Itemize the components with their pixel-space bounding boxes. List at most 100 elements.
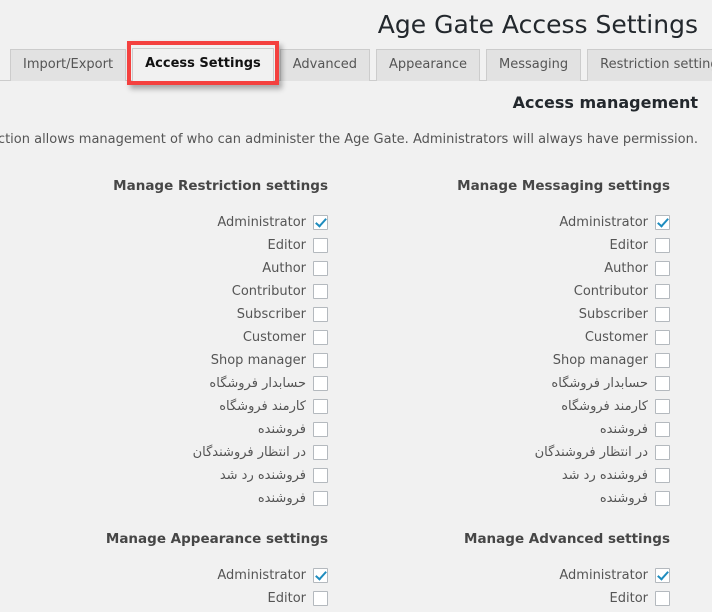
- permission-row: Administrator: [14, 564, 346, 587]
- permission-row: فروشنده: [356, 487, 688, 510]
- role-checkbox[interactable]: [313, 261, 328, 276]
- role-label: Administrator: [559, 215, 648, 230]
- role-label: Customer: [242, 330, 306, 345]
- permissions-grid: Manage Restriction settings Administrator…: [14, 177, 698, 610]
- permission-row: Customer: [356, 326, 688, 349]
- role-checkbox[interactable]: [655, 422, 670, 437]
- page-title: Age Gate Access Settings: [377, 10, 698, 39]
- role-label: حسابدار فروشگاه: [209, 376, 306, 391]
- role-checkbox[interactable]: [655, 238, 670, 253]
- role-label: Author: [604, 261, 648, 276]
- role-checkbox[interactable]: [313, 330, 328, 345]
- role-label: Customer: [584, 330, 648, 345]
- role-checkbox[interactable]: [655, 330, 670, 345]
- role-label: حسابدار فروشگاه: [551, 376, 648, 391]
- permission-block: Manage Messaging settings Administrator Ed…: [356, 177, 698, 510]
- role-checkbox-checked[interactable]: [655, 215, 670, 230]
- role-label: Editor: [609, 238, 648, 253]
- role-label: در انتظار فروشندگان: [192, 445, 306, 460]
- permission-row: در انتظار فروشندگان: [356, 441, 688, 464]
- role-label: کارمند فروشگاه: [219, 399, 306, 414]
- role-checkbox[interactable]: [655, 261, 670, 276]
- permission-row: حسابدار فروشگاه: [14, 372, 346, 395]
- permission-row: فروشنده رد شد: [356, 464, 688, 487]
- section-heading: Access management: [512, 93, 698, 112]
- tab-label: Messaging: [499, 57, 569, 72]
- role-label: فروشنده: [257, 491, 306, 506]
- role-label: فروشنده: [599, 491, 648, 506]
- tab-label: Advanced: [292, 57, 357, 72]
- role-checkbox[interactable]: [313, 307, 328, 322]
- permission-row: Subscriber: [356, 303, 688, 326]
- permission-row: Editor: [14, 587, 346, 610]
- permission-row: Administrator: [14, 211, 346, 234]
- role-checkbox[interactable]: [313, 422, 328, 437]
- permission-row: Editor: [356, 587, 688, 610]
- tab-restriction-settings[interactable]: Restriction settings: [587, 49, 712, 81]
- role-checkbox[interactable]: [655, 591, 670, 606]
- role-checkbox[interactable]: [655, 307, 670, 322]
- role-label: در انتظار فروشندگان: [534, 445, 648, 460]
- role-checkbox[interactable]: [655, 491, 670, 506]
- role-checkbox[interactable]: [655, 468, 670, 483]
- role-label: Contributor: [573, 284, 648, 299]
- role-checkbox[interactable]: [655, 353, 670, 368]
- role-label: Editor: [267, 238, 306, 253]
- role-checkbox[interactable]: [313, 353, 328, 368]
- tab-messaging[interactable]: Messaging: [486, 49, 582, 81]
- role-checkbox[interactable]: [655, 399, 670, 414]
- tab-appearance[interactable]: Appearance: [375, 49, 481, 81]
- role-label: Administrator: [559, 568, 648, 583]
- role-checkbox[interactable]: [313, 591, 328, 606]
- role-checkbox[interactable]: [655, 284, 670, 299]
- role-checkbox[interactable]: [313, 445, 328, 460]
- permission-row: Contributor: [356, 280, 688, 303]
- role-checkbox[interactable]: [313, 399, 328, 414]
- role-checkbox[interactable]: [655, 376, 670, 391]
- role-checkbox[interactable]: [313, 238, 328, 253]
- tab-label: Access Settings: [145, 56, 261, 71]
- permission-row: Administrator: [356, 564, 688, 587]
- role-label: فروشنده: [599, 422, 648, 437]
- role-label: Shop manager: [552, 353, 648, 368]
- tab-label: Import/Export: [23, 57, 114, 72]
- permission-block-title: Manage Restriction settings: [113, 178, 328, 194]
- role-checkbox[interactable]: [313, 284, 328, 299]
- tab-strip: Import/Export Access Settings Advanced Appe…: [0, 41, 712, 85]
- section-description: .This section allows management of who c…: [0, 132, 698, 147]
- permission-row: فروشنده: [14, 487, 346, 510]
- permission-row: Editor: [356, 234, 688, 257]
- permission-block-title: Manage Appearance settings: [105, 531, 328, 547]
- permission-row: Administrator: [356, 211, 688, 234]
- permission-row: در انتظار فروشندگان: [14, 441, 346, 464]
- role-label: Editor: [267, 591, 306, 606]
- role-checkbox-checked[interactable]: [655, 568, 670, 583]
- role-checkbox[interactable]: [313, 491, 328, 506]
- tab-access-settings[interactable]: Access Settings: [132, 48, 274, 81]
- permission-block: Manage Restriction settings Administrator…: [14, 177, 356, 510]
- tab-label: Appearance: [388, 57, 468, 72]
- permission-row: Contributor: [14, 280, 346, 303]
- permission-block: Manage Advanced settings Administrator Edi…: [356, 530, 698, 610]
- role-label: Administrator: [217, 568, 306, 583]
- permission-block-title: Manage Advanced settings: [464, 531, 670, 547]
- permission-row: فروشنده رد شد: [14, 464, 346, 487]
- role-checkbox[interactable]: [655, 445, 670, 460]
- permission-row: Author: [14, 257, 346, 280]
- permission-row: Editor: [14, 234, 346, 257]
- tab-label: Restriction settings: [600, 57, 712, 72]
- permission-row: Shop manager: [14, 349, 346, 372]
- role-label: Administrator: [217, 215, 306, 230]
- role-checkbox-checked[interactable]: [313, 215, 328, 230]
- role-label: Editor: [609, 591, 648, 606]
- tab-import-export[interactable]: Import/Export: [10, 49, 127, 81]
- permission-row: Author: [356, 257, 688, 280]
- permission-block-title: Manage Messaging settings: [457, 178, 670, 194]
- role-checkbox[interactable]: [313, 468, 328, 483]
- role-checkbox-checked[interactable]: [313, 568, 328, 583]
- role-label: فروشنده رد شد: [219, 468, 306, 483]
- role-label: Subscriber: [236, 307, 306, 322]
- tab-advanced[interactable]: Advanced: [279, 49, 370, 81]
- role-checkbox[interactable]: [313, 376, 328, 391]
- role-label: فروشنده: [257, 422, 306, 437]
